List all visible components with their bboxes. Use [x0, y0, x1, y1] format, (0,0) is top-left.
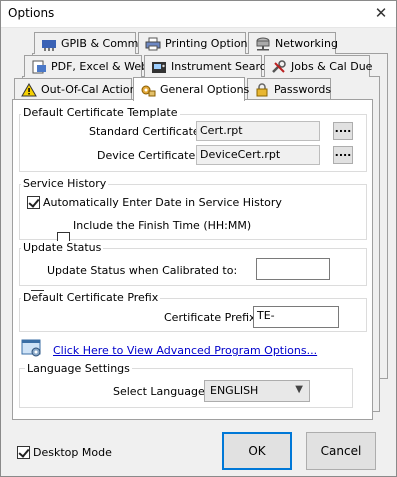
- window-title: Options: [8, 6, 55, 20]
- lock-icon: [254, 82, 270, 97]
- settings-icon: [140, 83, 156, 97]
- chevron-down-icon: ▼: [295, 384, 303, 395]
- device-certificate-field[interactable]: DeviceCert.rpt: [196, 145, 320, 165]
- standard-certificate-label: Standard Certificate:: [89, 125, 204, 138]
- cancel-button[interactable]: Cancel: [306, 432, 376, 470]
- tab-networking[interactable]: Networking: [248, 32, 338, 54]
- certificate-prefix-label: Certificate Prefix:: [164, 311, 260, 324]
- document-export-icon: [31, 60, 47, 74]
- language-select-value: ENGLISH: [210, 384, 259, 397]
- instrument-icon: [151, 60, 167, 74]
- tab-label: Networking: [275, 37, 338, 50]
- tab-label: General Options: [160, 83, 250, 96]
- language-select[interactable]: ENGLISH ▼: [204, 380, 310, 402]
- tab-out-of-cal-action[interactable]: Out-Of-Cal Action: [14, 78, 137, 100]
- tab-general-options[interactable]: General Options: [133, 77, 249, 101]
- device-certificate-label: Device Certificate:: [97, 149, 199, 162]
- update-status-label: Update Status: [21, 241, 104, 254]
- tab-label: Jobs & Cal Due: [291, 60, 373, 73]
- warning-icon: [21, 82, 37, 97]
- desktop-mode-label[interactable]: Desktop Mode: [33, 446, 112, 459]
- update-status-checkbox-label[interactable]: Update Status when Calibrated to:: [47, 264, 237, 277]
- printer-icon: [145, 37, 161, 51]
- auto-enter-date-checkbox[interactable]: [27, 196, 40, 209]
- language-settings-label: Language Settings: [25, 362, 132, 375]
- tab-label: PDF, Excel & Web: [51, 60, 149, 73]
- certificate-prefix-field[interactable]: TE-: [253, 306, 339, 328]
- service-history-label: Service History: [21, 177, 109, 190]
- network-drive-icon: [255, 37, 271, 51]
- standard-certificate-field[interactable]: Cert.rpt: [196, 121, 320, 141]
- advanced-options-link[interactable]: Click Here to View Advanced Program Opti…: [53, 344, 317, 357]
- tab-jobs-cal-due[interactable]: Jobs & Cal Due: [264, 55, 373, 77]
- close-icon[interactable]: ✕: [369, 2, 393, 24]
- title-bar: [0, 0, 397, 28]
- device-certificate-browse-button[interactable]: ....: [333, 146, 353, 164]
- certificate-prefix-group-label: Default Certificate Prefix: [21, 291, 161, 304]
- ok-button[interactable]: OK: [222, 432, 292, 470]
- tab-label: Printing Options: [165, 37, 254, 50]
- tab-instrument-search[interactable]: Instrument Search: [144, 55, 273, 77]
- tab-label: GPIB & Comms: [61, 37, 145, 50]
- update-status-field[interactable]: [256, 258, 330, 280]
- tab-pdf-excel-web[interactable]: PDF, Excel & Web: [24, 55, 148, 77]
- tab-passwords[interactable]: Passwords: [247, 78, 331, 100]
- tab-printing-options[interactable]: Printing Options: [138, 32, 253, 54]
- standard-certificate-browse-button[interactable]: ....: [333, 122, 353, 140]
- tab-label: Out-Of-Cal Action: [41, 83, 137, 96]
- auto-enter-date-label[interactable]: Automatically Enter Date in Service Hist…: [43, 196, 282, 209]
- tab-gpib-comms[interactable]: GPIB & Comms: [34, 32, 144, 54]
- tools-icon: [271, 59, 287, 74]
- general-options-panel: Default Certificate Template Standard Ce…: [12, 99, 373, 420]
- desktop-mode-checkbox[interactable]: [17, 446, 30, 459]
- tab-label: Instrument Search: [171, 60, 273, 73]
- include-finish-time-label[interactable]: Include the Finish Time (HH:MM): [73, 219, 251, 232]
- network-card-icon: [41, 37, 57, 51]
- select-language-label: Select Language:: [113, 385, 209, 398]
- tab-label: Passwords: [274, 83, 332, 96]
- advanced-options-icon[interactable]: [21, 338, 43, 358]
- certificate-template-label: Default Certificate Template: [21, 106, 180, 119]
